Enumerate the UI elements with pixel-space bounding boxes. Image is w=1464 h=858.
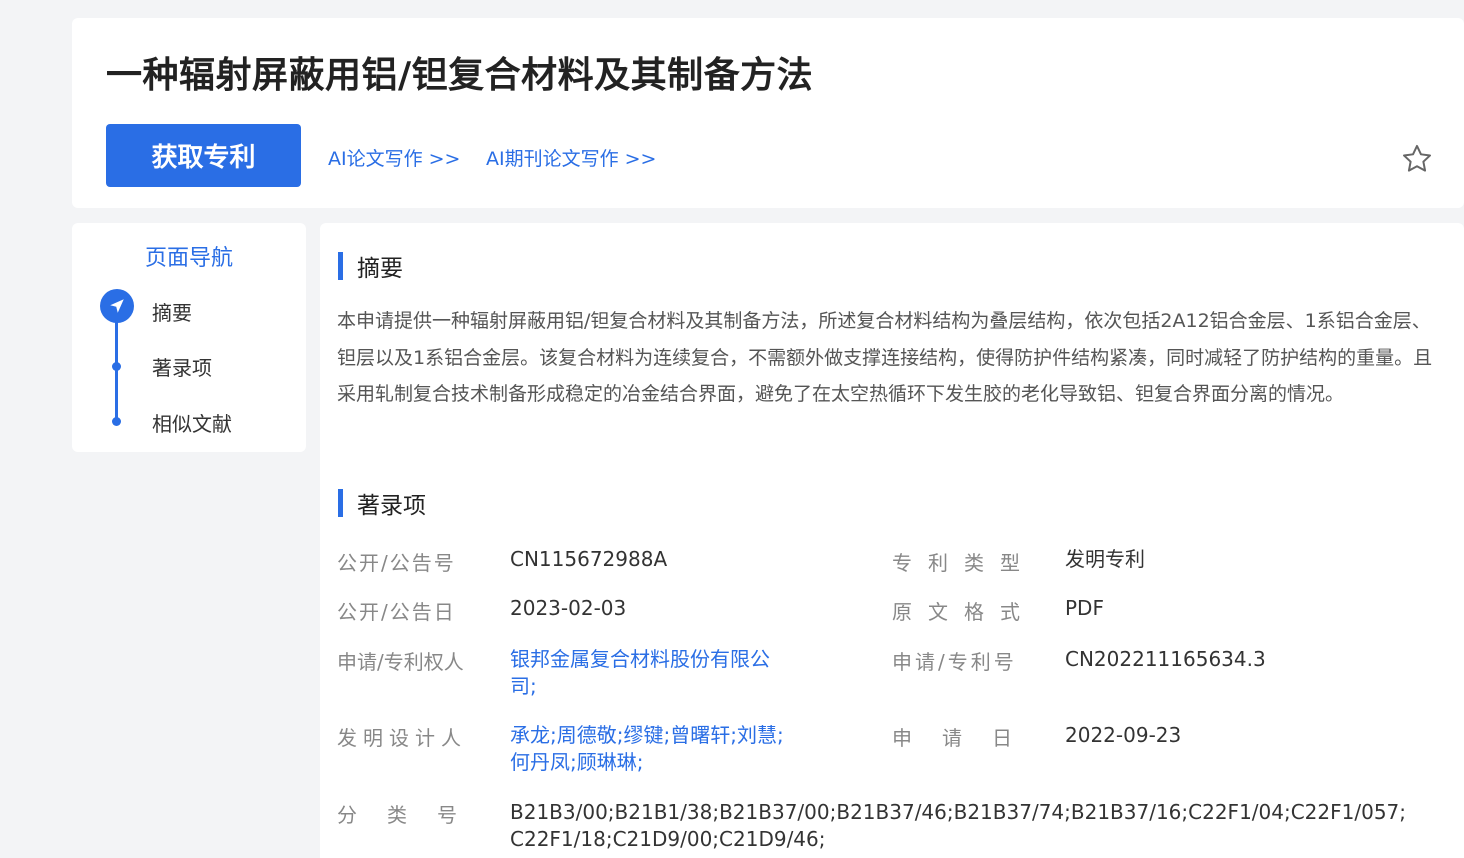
inventors-label: 发明设计人	[337, 726, 467, 750]
star-icon[interactable]	[1400, 142, 1434, 176]
page-navigation: 页面导航 摘要 著录项 相似文献	[72, 223, 306, 452]
applicant-link[interactable]: 银邦金属复合材料股份有限公司;	[510, 646, 790, 700]
patent-type-label: 专利类型	[892, 551, 1036, 575]
section-marker	[338, 489, 343, 517]
header-card: 一种辐射屏蔽用铝/钽复合材料及其制备方法 获取专利 AI论文写作 >> AI期刊…	[72, 18, 1464, 208]
classification-label: 分类号	[337, 803, 487, 827]
ai-journal-writing-link[interactable]: AI期刊论文写作 >>	[486, 144, 656, 171]
application-no-value: CN202211165634.3	[1065, 647, 1266, 671]
bibliography-heading: 著录项	[338, 486, 426, 520]
publication-date-value: 2023-02-03	[510, 596, 627, 620]
abstract-title: 摘要	[357, 256, 403, 282]
publication-no-label: 公开/公告号	[337, 551, 456, 575]
patent-type-value: 发明专利	[1065, 547, 1145, 571]
abstract-text: 本申请提供一种辐射屏蔽用铝/钽复合材料及其制备方法，所述复合材料结构为叠层结构，…	[337, 310, 1433, 405]
nav-dot	[112, 362, 121, 371]
applicant-label: 申请/专利权人	[337, 650, 464, 674]
bibliography-title: 著录项	[357, 493, 426, 519]
location-arrow-icon	[110, 299, 124, 313]
main-content: 摘要 本申请提供一种辐射屏蔽用铝/钽复合材料及其制备方法，所述复合材料结构为叠层…	[320, 223, 1464, 858]
application-no-label: 申请/专利号	[892, 650, 1017, 674]
section-marker	[338, 252, 343, 280]
get-patent-button[interactable]: 获取专利	[106, 124, 301, 187]
application-date-value: 2022-09-23	[1065, 723, 1182, 747]
application-date-label: 申请日	[892, 726, 1042, 750]
publication-date-label: 公开/公告日	[337, 600, 456, 624]
nav-item-bibliography[interactable]: 著录项	[152, 352, 212, 381]
ai-paper-writing-link[interactable]: AI论文写作 >>	[328, 144, 460, 171]
abstract-heading: 摘要	[338, 249, 403, 283]
format-value: PDF	[1065, 596, 1104, 620]
format-label: 原文格式	[892, 600, 1036, 624]
nav-dot	[112, 417, 121, 426]
nav-active-marker	[100, 289, 134, 323]
inventors-links[interactable]: 承龙;周德敬;缪键;曾曙轩;刘慧;何丹凤;顾琳琳;	[510, 722, 795, 776]
page-title: 一种辐射屏蔽用铝/钽复合材料及其制备方法	[106, 55, 814, 96]
classification-value: B21B3/00;B21B1/38;B21B37/00;B21B37/46;B2…	[510, 800, 1407, 851]
publication-no-value: CN115672988A	[510, 547, 668, 571]
nav-item-similar-docs[interactable]: 相似文献	[152, 408, 232, 437]
nav-title: 页面导航	[144, 246, 233, 271]
nav-item-abstract[interactable]: 摘要	[152, 297, 192, 326]
